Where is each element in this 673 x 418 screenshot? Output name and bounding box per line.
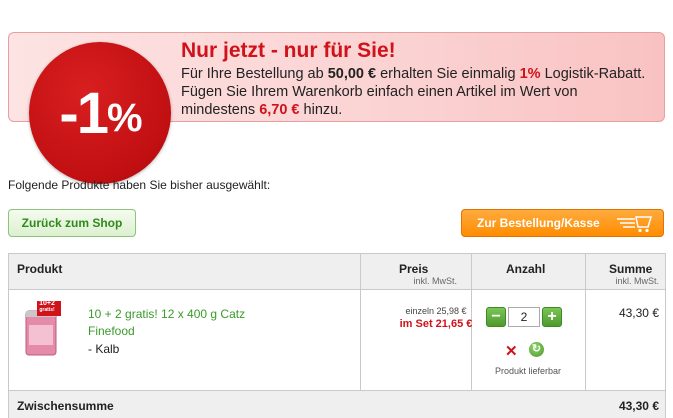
cart-table: Produkt Preis inkl. MwSt. Anzahl Summe i… bbox=[8, 253, 666, 418]
discount-badge: -1% bbox=[29, 42, 171, 184]
header-sum-sub: inkl. MwSt. bbox=[615, 276, 659, 286]
promo-line-1: Für Ihre Bestellung ab 50,00 € erhalten … bbox=[181, 66, 646, 82]
promo-banner: -1% Nur jetzt - nur für Sie! Für Ihre Be… bbox=[8, 32, 665, 184]
column-divider bbox=[585, 254, 586, 390]
row-total: 43,30 € bbox=[618, 306, 659, 320]
checkout-button-label: Zur Bestellung/Kasse bbox=[477, 216, 600, 230]
promo-line-3: mindestens 6,70 € hinzu. bbox=[181, 102, 343, 118]
subtotal-value: 43,30 € bbox=[618, 399, 659, 413]
product-name-link[interactable]: 10 + 2 gratis! 12 x 400 g Catz Finefood bbox=[88, 306, 288, 340]
discount-badge-text: -1% bbox=[59, 81, 142, 146]
quantity-decrease-button[interactable]: − bbox=[486, 307, 506, 327]
promo-title: Nur jetzt - nur für Sie! bbox=[181, 39, 396, 62]
product-variant: - Kalb bbox=[88, 342, 120, 356]
promo-line-2: Fügen Sie Ihrem Warenkorb einfach einen … bbox=[181, 84, 578, 100]
quantity-increase-button[interactable]: + bbox=[542, 307, 562, 327]
cart-icon bbox=[617, 216, 653, 233]
back-to-shop-button[interactable]: Zurück zum Shop bbox=[8, 209, 136, 237]
table-header bbox=[9, 254, 665, 290]
quantity-input[interactable]: 2 bbox=[508, 307, 540, 327]
remove-icon[interactable]: ✕ bbox=[505, 342, 518, 360]
header-price-sub: inkl. MwSt. bbox=[413, 276, 457, 286]
availability-status: Produkt lieferbar bbox=[494, 366, 562, 376]
selection-intro: Folgende Produkte haben Sie bisher ausge… bbox=[8, 178, 271, 192]
header-product: Produkt bbox=[17, 262, 63, 276]
header-quantity: Anzahl bbox=[506, 262, 546, 276]
subtotal-row: Zwischensumme 43,30 € bbox=[9, 390, 665, 418]
refresh-icon[interactable]: ↻ bbox=[529, 342, 544, 357]
header-price: Preis bbox=[399, 262, 429, 276]
checkout-button[interactable]: Zur Bestellung/Kasse bbox=[461, 209, 664, 237]
subtotal-label: Zwischensumme bbox=[17, 399, 114, 413]
header-sum: Summe bbox=[609, 262, 653, 276]
product-badge: 10+2 gratis! bbox=[39, 300, 55, 313]
